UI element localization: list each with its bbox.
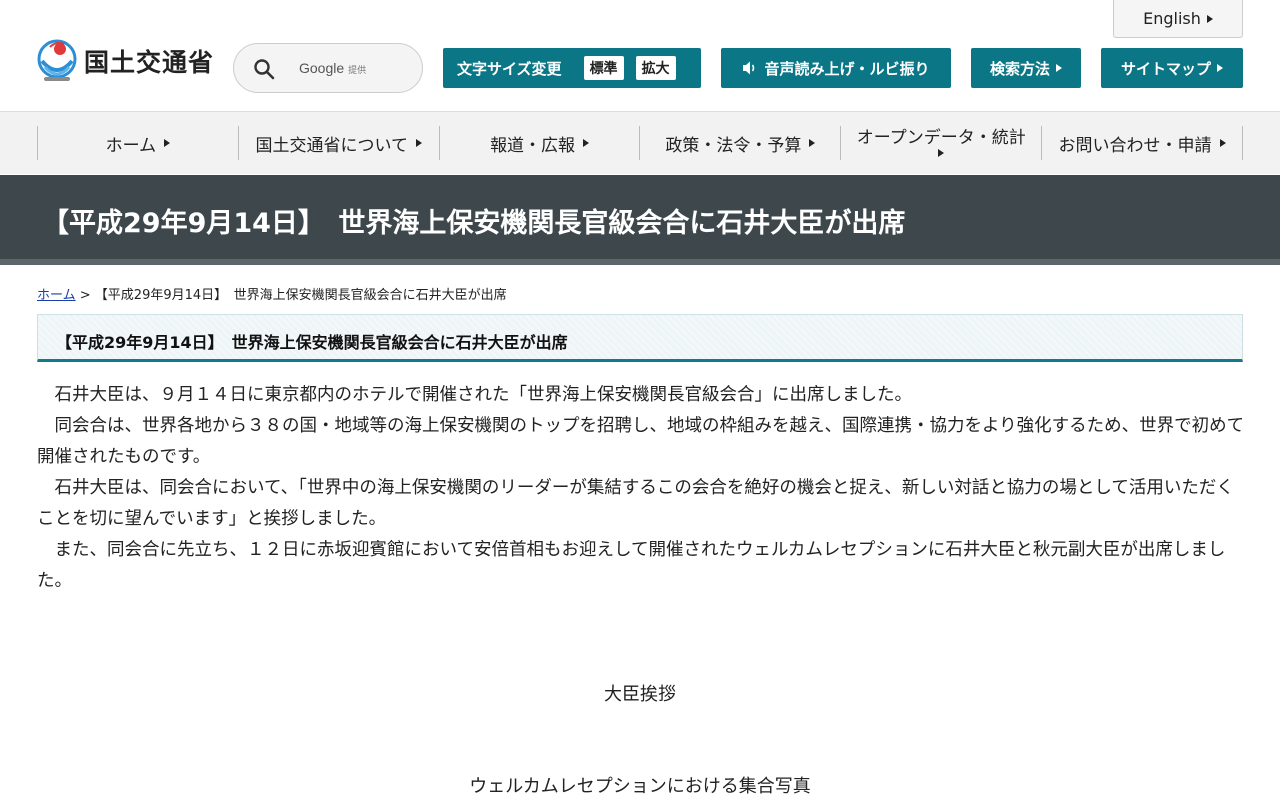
article-paragraph: 石井大臣は、同会合において、「世界中の海上保安機関のリーダーが集結するこの会合を… <box>37 478 1234 529</box>
nav-item-label: ホーム <box>105 135 157 156</box>
section-heading-box: 【平成29年9月14日】 世界海上保安機関長官級会合に石井大臣が出席 <box>37 314 1243 362</box>
search-icon[interactable] <box>252 57 276 81</box>
arrow-right-icon <box>1217 64 1223 72</box>
article-paragraph: 同会合は、世界各地から３８の国・地域等の海上保安機関のトップを招聘し、地域の枠組… <box>37 416 1245 467</box>
breadcrumb-separator: > <box>75 288 95 303</box>
logo-text: 国土交通省 <box>84 48 215 77</box>
search-howto-button[interactable]: 検索方法 <box>971 48 1081 88</box>
global-nav-list: ホーム 国土交通省について 報道・広報 政策・法令・予算 オープンデータ・統計 … <box>37 126 1243 160</box>
nav-item-label: オープンデータ・統計 <box>856 127 1026 148</box>
font-size-label: 文字サイズ変更 <box>457 59 562 78</box>
speaker-icon <box>743 61 755 75</box>
arrow-right-icon <box>583 139 590 147</box>
photo-caption: ウェルカムレセプションにおける集合写真 <box>469 776 811 797</box>
arrow-right-icon <box>415 139 422 147</box>
english-label: English <box>1143 9 1201 28</box>
arrow-right-icon <box>938 149 945 158</box>
site-header: English 国土交通省 Google 提供 文字サイズ変更 標準 拡大 音声… <box>0 0 1280 112</box>
mlit-logo-icon <box>37 39 77 81</box>
article-paragraph: 石井大臣は、９月１４日に東京都内のホテルで開催された「世界海上保安機関長官級会合… <box>54 385 913 405</box>
article-paragraph: また、同会合に先立ち、１２日に赤坂迎賓館において安倍首相もお迎えして開催されたウ… <box>37 540 1226 591</box>
font-size-control: 文字サイズ変更 標準 拡大 <box>443 48 701 88</box>
section-title: 【平成29年9月14日】 世界海上保安機関長官級会合に石井大臣が出席 <box>56 333 568 352</box>
nav-item-label: 政策・法令・予算 <box>665 135 802 156</box>
search-howto-label: 検索方法 <box>989 59 1050 78</box>
font-size-standard-button[interactable]: 標準 <box>583 56 624 80</box>
page-title: 【平成29年9月14日】 世界海上保安機関長官級会合に石井大臣が出席 <box>42 208 906 239</box>
breadcrumb-current: 【平成29年9月14日】 世界海上保安機関長官級会合に石井大臣が出席 <box>94 288 507 303</box>
nav-item-label: お問い合わせ・申請 <box>1058 135 1212 156</box>
voice-ruby-label: 音声読み上げ・ルビ振り <box>764 59 930 78</box>
voice-ruby-button[interactable]: 音声読み上げ・ルビ振り <box>721 48 951 88</box>
nav-item-home[interactable]: ホーム <box>37 126 238 160</box>
breadcrumb: ホーム > 【平成29年9月14日】 世界海上保安機関長官級会合に石井大臣が出席 <box>37 284 507 303</box>
nav-item-label: 報道・広報 <box>490 135 576 156</box>
photo-caption: 大臣挨拶 <box>604 684 676 705</box>
search-box[interactable]: Google 提供 <box>233 43 423 93</box>
nav-item-press[interactable]: 報道・広報 <box>438 126 640 160</box>
page-title-band: 【平成29年9月14日】 世界海上保安機関長官級会合に石井大臣が出席 <box>0 175 1280 265</box>
article-body: 石井大臣は、９月１４日に東京都内のホテルで開催された「世界海上保安機関長官級会合… <box>37 380 1247 597</box>
nav-item-policy[interactable]: 政策・法令・予算 <box>639 126 840 160</box>
global-nav: ホーム 国土交通省について 報道・広報 政策・法令・予算 オープンデータ・統計 … <box>0 112 1280 174</box>
nav-item-contact[interactable]: お問い合わせ・申請 <box>1041 126 1243 160</box>
arrow-right-icon <box>164 139 171 147</box>
nav-item-about[interactable]: 国土交通省について <box>237 126 439 160</box>
nav-item-label: 国土交通省について <box>255 135 408 156</box>
arrow-right-icon <box>1056 64 1062 72</box>
nav-item-open-data[interactable]: オープンデータ・統計 <box>840 126 1041 160</box>
sitemap-button[interactable]: サイトマップ <box>1101 48 1243 88</box>
arrow-right-icon <box>1219 139 1226 147</box>
breadcrumb-home-link[interactable]: ホーム <box>37 288 76 303</box>
arrow-right-icon <box>809 139 816 147</box>
arrow-right-icon <box>1206 14 1213 23</box>
site-logo[interactable]: 国土交通省 <box>36 38 214 84</box>
english-button[interactable]: English <box>1113 0 1243 38</box>
sitemap-label: サイトマップ <box>1120 59 1211 78</box>
search-input[interactable] <box>292 54 412 82</box>
font-size-large-button[interactable]: 拡大 <box>635 56 676 80</box>
